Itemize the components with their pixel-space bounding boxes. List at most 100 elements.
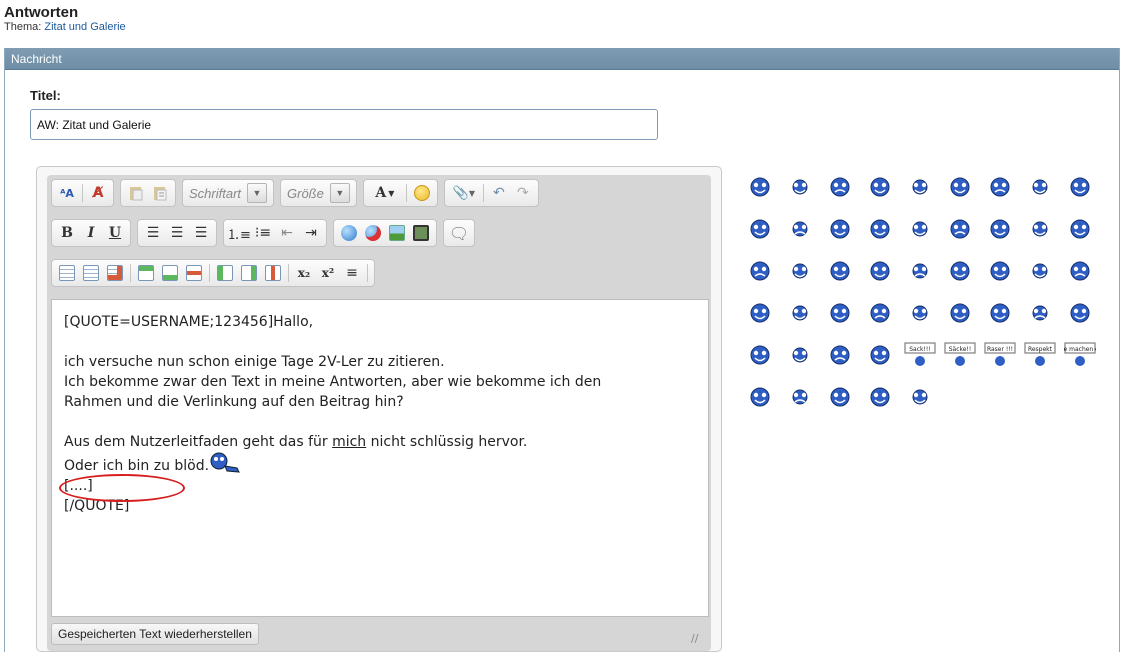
delete-col-icon[interactable]	[262, 262, 284, 284]
quote-icon[interactable]: 🗨	[448, 222, 470, 244]
smiley-button[interactable]	[820, 250, 860, 292]
horizontal-rule-icon[interactable]: ≡	[341, 262, 363, 284]
smiley-button[interactable]	[740, 376, 780, 418]
smiley-button[interactable]	[1060, 166, 1100, 208]
smiley-button[interactable]	[900, 250, 940, 292]
bold-button[interactable]: B	[56, 222, 78, 244]
underline-button[interactable]: U	[104, 222, 126, 244]
smiley-button[interactable]	[780, 250, 820, 292]
smiley-button[interactable]	[980, 208, 1020, 250]
smiley-button[interactable]	[940, 166, 980, 208]
smiley-button[interactable]	[740, 292, 780, 334]
smiley-button[interactable]	[980, 292, 1020, 334]
delete-table-icon[interactable]	[104, 262, 126, 284]
sign-smiley-button[interactable]: Sie machen es	[1060, 334, 1100, 376]
smiley-button[interactable]	[820, 208, 860, 250]
message-textarea[interactable]: [QUOTE=USERNAME;123456]Hallo, ich versuc…	[51, 299, 709, 617]
smiley-button[interactable]	[900, 208, 940, 250]
smiley-button[interactable]	[740, 250, 780, 292]
smiley-button[interactable]	[940, 250, 980, 292]
insert-col-left-icon[interactable]	[214, 262, 236, 284]
insert-video-icon[interactable]	[410, 222, 432, 244]
smiley-button[interactable]	[1060, 250, 1100, 292]
ordered-list-icon[interactable]: ⒈≡	[227, 222, 251, 244]
switch-editor-mode-icon[interactable]: ᴬA	[56, 182, 78, 204]
indent-icon[interactable]: ⇥	[300, 222, 322, 244]
underlined-word: mich	[332, 434, 367, 450]
sign-smiley-button[interactable]: Sack!!!	[900, 334, 940, 376]
smiley-button[interactable]	[860, 376, 900, 418]
toolbar-row-1: ᴬA A̸ Schriftart ▼ Größe ▼ A ▼ 📎 ▼ ↶ ↷	[51, 177, 539, 209]
smiley-button[interactable]	[820, 292, 860, 334]
align-right-icon[interactable]: ☰	[190, 222, 212, 244]
superscript-button[interactable]: x²	[317, 262, 339, 284]
smiley-button[interactable]	[1060, 292, 1100, 334]
paste-text-icon[interactable]	[149, 182, 171, 204]
toolbar-group-color: A ▼	[362, 179, 438, 207]
smiley-button[interactable]	[1060, 208, 1100, 250]
insert-col-right-icon[interactable]	[238, 262, 260, 284]
smiley-button[interactable]	[860, 292, 900, 334]
smiley-button[interactable]	[940, 292, 980, 334]
smiley-button[interactable]	[820, 334, 860, 376]
restore-saved-text-button[interactable]: Gespeicherten Text wiederherstellen	[51, 623, 259, 645]
paste-icon[interactable]	[125, 182, 147, 204]
insert-table-icon[interactable]	[56, 262, 78, 284]
insert-row-below-icon[interactable]	[159, 262, 181, 284]
smiley-button[interactable]	[940, 208, 980, 250]
align-left-icon[interactable]: ☰	[142, 222, 164, 244]
smiley-button[interactable]	[860, 166, 900, 208]
font-select[interactable]: Schriftart ▼	[182, 179, 275, 207]
unordered-list-icon[interactable]: ⁝≡	[252, 222, 274, 244]
title-input[interactable]	[30, 109, 658, 140]
italic-button[interactable]: I	[80, 222, 102, 244]
resize-grip-icon[interactable]: //	[691, 633, 703, 645]
smiley-button[interactable]	[860, 208, 900, 250]
sign-smiley-button[interactable]: Respekt	[1020, 334, 1060, 376]
size-select-box[interactable]: Größe ▼	[285, 182, 352, 204]
remove-link-icon[interactable]	[362, 222, 384, 244]
size-select[interactable]: Größe ▼	[280, 179, 357, 207]
redo-icon[interactable]: ↷	[512, 182, 534, 204]
delete-row-icon[interactable]	[183, 262, 205, 284]
smiley-button[interactable]	[740, 208, 780, 250]
table-properties-icon[interactable]	[80, 262, 102, 284]
insert-link-icon[interactable]	[338, 222, 360, 244]
smiley-button[interactable]	[780, 166, 820, 208]
thread-link[interactable]: Zitat und Galerie	[44, 21, 125, 33]
insert-row-above-icon[interactable]	[135, 262, 157, 284]
smiley-button[interactable]	[1020, 250, 1060, 292]
undo-icon[interactable]: ↶	[488, 182, 510, 204]
font-color-button[interactable]: A ▼	[368, 182, 402, 204]
align-center-icon[interactable]: ☰	[166, 222, 188, 244]
smiley-button[interactable]	[860, 250, 900, 292]
remove-format-icon[interactable]: A̸	[87, 182, 109, 204]
smiley-button[interactable]	[860, 334, 900, 376]
smiley-button[interactable]	[1020, 166, 1060, 208]
smiley-button[interactable]	[1020, 208, 1060, 250]
sign-smiley-button[interactable]: Säcke!!	[940, 334, 980, 376]
font-select-box[interactable]: Schriftart ▼	[187, 182, 269, 204]
blue-smiley-icon	[912, 263, 928, 279]
smiley-button[interactable]	[780, 208, 820, 250]
smiley-button[interactable]	[900, 292, 940, 334]
smiley-button[interactable]	[780, 292, 820, 334]
smiley-button[interactable]	[820, 376, 860, 418]
sign-smiley-button[interactable]: Raser !!!	[980, 334, 1020, 376]
smiley-button[interactable]	[980, 166, 1020, 208]
attachment-icon[interactable]: 📎 ▼	[449, 182, 479, 204]
smiley-button[interactable]	[980, 250, 1020, 292]
subscript-button[interactable]: x₂	[293, 262, 315, 284]
smiley-button[interactable]	[900, 166, 940, 208]
outdent-icon[interactable]: ⇤	[276, 222, 298, 244]
smiley-button[interactable]	[780, 334, 820, 376]
smiley-button[interactable]	[1020, 292, 1060, 334]
insert-image-icon[interactable]	[386, 222, 408, 244]
smiley-picker-icon[interactable]	[411, 182, 433, 204]
smiley-button[interactable]	[820, 166, 860, 208]
blue-smiley-icon	[912, 179, 928, 195]
smiley-button[interactable]	[900, 376, 940, 418]
smiley-button[interactable]	[740, 166, 780, 208]
smiley-button[interactable]	[740, 334, 780, 376]
smiley-button[interactable]	[780, 376, 820, 418]
